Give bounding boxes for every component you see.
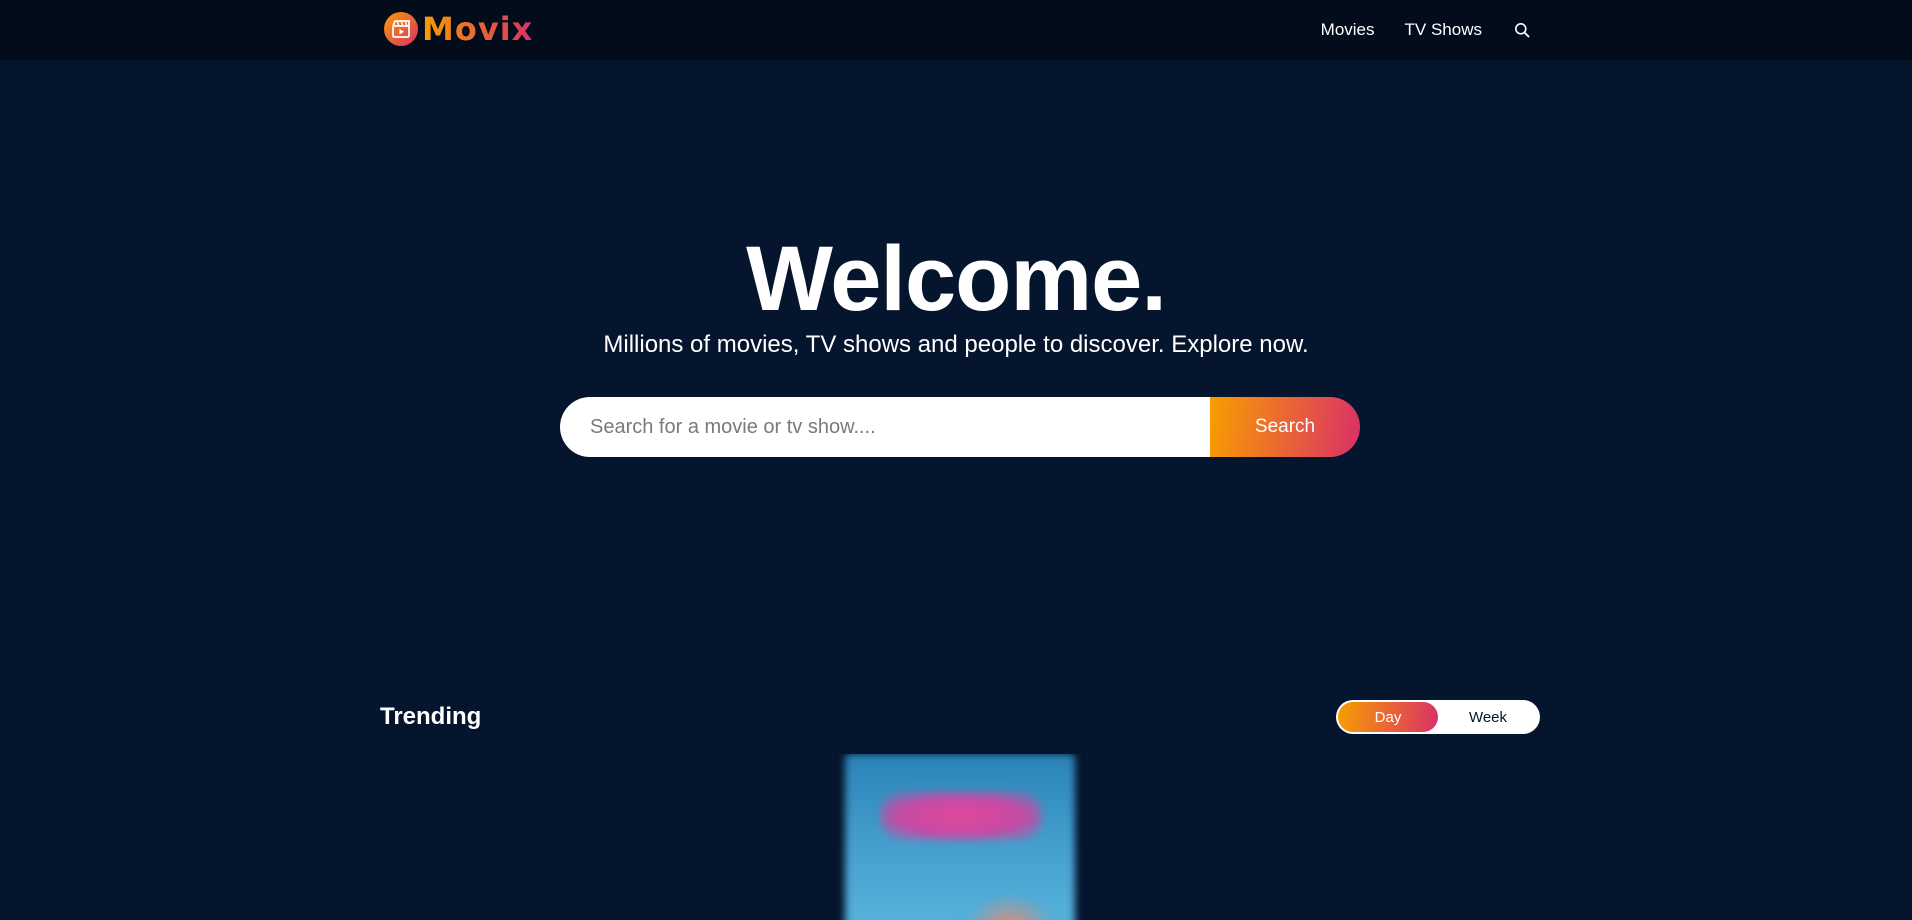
clapperboard-icon (384, 12, 418, 46)
search-input[interactable] (560, 397, 1210, 457)
tab-week[interactable]: Week (1438, 702, 1538, 732)
search-icon[interactable] (1512, 20, 1532, 40)
hero-search: Search (560, 397, 1360, 457)
search-button[interactable]: Search (1210, 397, 1360, 457)
nav-tv-shows[interactable]: TV Shows (1405, 20, 1482, 40)
site-header: Movix Movies TV Shows (0, 0, 1912, 60)
logo-text: Movix (422, 10, 534, 48)
poster-artwork (881, 792, 1041, 840)
trending-switch: Day Week (1336, 700, 1540, 734)
tab-day[interactable]: Day (1338, 702, 1438, 732)
hero-banner: Welcome. Millions of movies, TV shows an… (0, 60, 1912, 660)
trending-carousel (380, 754, 1540, 920)
site-logo[interactable]: Movix (384, 10, 533, 48)
trending-title: Trending (380, 703, 482, 730)
main-nav: Movies TV Shows (1312, 0, 1532, 60)
hero-subtitle: Millions of movies, TV shows and people … (603, 331, 1309, 358)
movie-poster[interactable] (845, 754, 1075, 920)
nav-movies[interactable]: Movies (1321, 20, 1375, 40)
hero-title: Welcome. (746, 228, 1167, 330)
poster-figure (965, 894, 1055, 920)
